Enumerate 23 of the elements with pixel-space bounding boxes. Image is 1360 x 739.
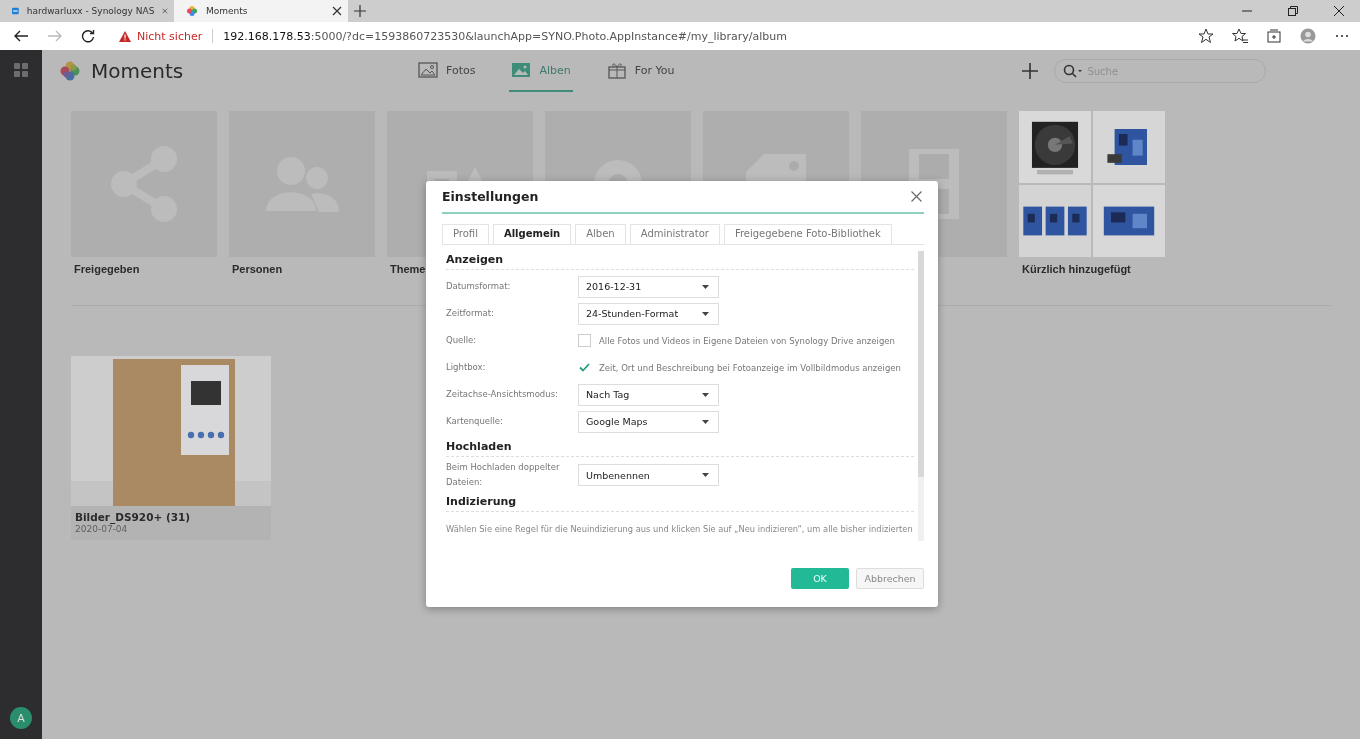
checkbox-label: Alle Fotos und Videos in Eigene Dateien von Synology Drive anzeigen [599,335,895,346]
url-text: 192.168.178.53:5000/?dc=1593860723530&launchApp=SYNO.Photo.AppInstance#/my_library/album [223,29,788,43]
category-label: Freigegeben [74,263,140,275]
dialog-title: Einstellungen [442,189,539,204]
field-label: Zeitachse-Ansichtsmodus: [446,388,559,401]
album-date: 2020-07-04 [74,524,129,534]
checkbox-label: Zeit, Ort und Beschreibung bei Fotoanzeige im Vollbildmodus anzeigen [599,362,901,373]
category-label: Theme [390,263,426,275]
app-title: Moments [91,59,185,83]
field-label: Beim Hochladen doppelter Dateien: [446,461,561,489]
field-label: Kartenquelle: [446,415,504,428]
field-label: Quelle: [446,334,478,347]
category-label: Kürzlich hinzugefügt [1022,263,1131,275]
field-label: Zeitformat: [446,307,495,320]
section-heading: Anzeigen [446,251,914,270]
description-text: Wählen Sie eine Regel für die Neuindizierung aus und klicken Sie auf „Neu indizieren“, um alle bisher indizierten [446,523,913,534]
section-heading: Indizierung [446,493,914,512]
field-label: Datumsformat: [446,280,512,293]
category-label: Personen [232,263,283,275]
security-label: Nicht sicher [137,29,203,43]
field-label: Lightbox: [446,361,487,374]
album-title: Bilder_DS920+ (31) [74,510,192,523]
section-heading: Hochladen [446,438,914,457]
